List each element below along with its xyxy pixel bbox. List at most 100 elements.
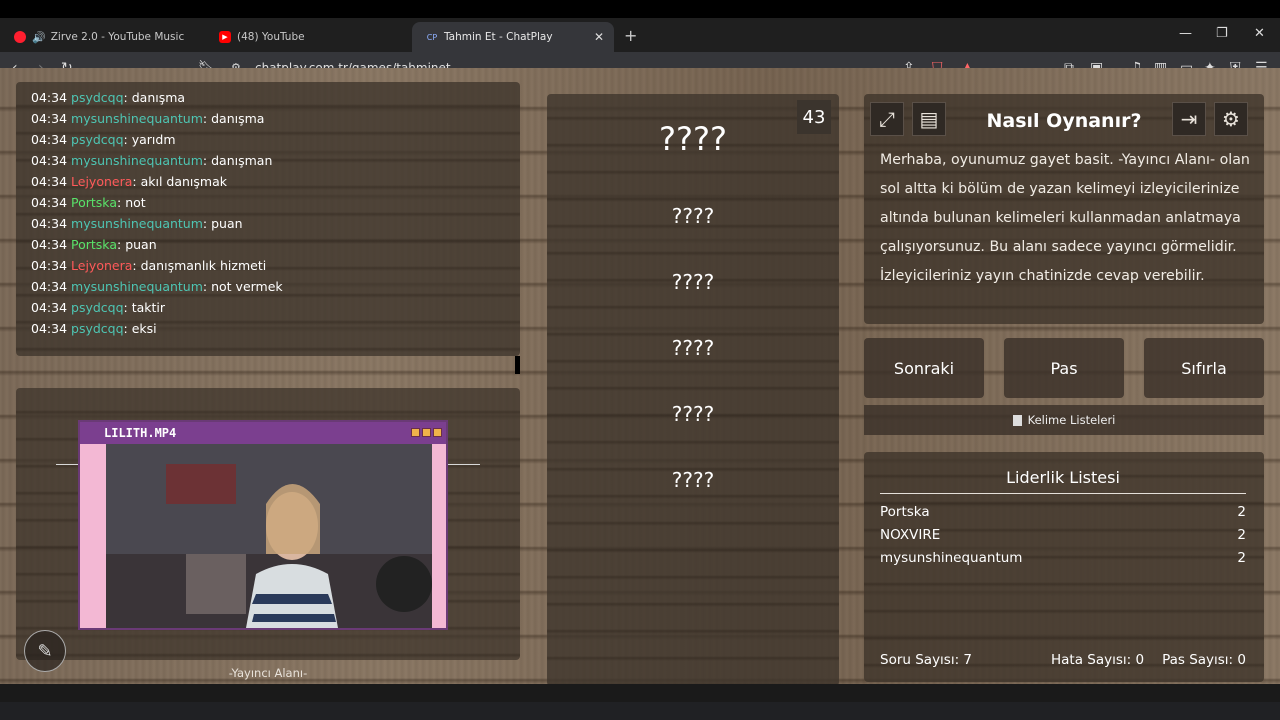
forbidden-word: ????: [671, 270, 715, 294]
chat-text: danışma: [131, 90, 186, 105]
leaderboard-panel: Liderlik Listesi Soru Sayısı: 7 Hata Say…: [864, 452, 1264, 682]
webcam-video: [106, 444, 432, 628]
divider: [448, 464, 480, 465]
webcam-window-controls: [411, 428, 442, 437]
word-lists-label: Kelime Listeleri: [1027, 413, 1116, 427]
divider: [56, 464, 80, 465]
chat-text: not vermek: [211, 279, 283, 294]
tab-title: Zirve 2.0 - YouTube Music: [50, 31, 185, 43]
chat-username: Lejyonera: [71, 174, 133, 189]
chat-message: 04:34 psydcqq: taktir: [31, 300, 166, 315]
chat-username: psydcqq: [71, 321, 124, 336]
player-score: 2: [1237, 527, 1246, 543]
player-score: 2: [1237, 504, 1246, 520]
how-to-play-panel: ⤢ ▤ Nasıl Oynanır? ⇥ ⚙ Merhaba, oyunumuz…: [864, 94, 1264, 324]
streamer-area-label: -Yayıncı Alanı-: [228, 666, 308, 680]
chat-time: 04:34: [31, 111, 68, 126]
tab-strip: 🔊 Zirve 2.0 - YouTube Music ▶ (48) YouTu…: [0, 18, 1280, 52]
chat-message: 04:34 Lejyonera: danışmanlık hizmeti: [31, 258, 267, 273]
error-count: Hata Sayısı: 0: [1050, 652, 1145, 668]
forbidden-word: ????: [671, 402, 715, 426]
info-text: Merhaba, oyunumuz gayet basit. -Yayıncı …: [880, 152, 1250, 284]
gear-icon[interactable]: ⚙: [1214, 102, 1248, 136]
leaderboard-row: NOXVIRE 2: [880, 527, 1246, 543]
speaker-icon[interactable]: 🔊: [32, 31, 46, 44]
target-word: ????: [659, 120, 727, 158]
chat-username: mysunshinequantum: [71, 153, 203, 168]
chat-text: puan: [125, 237, 157, 252]
chat-message: 04:34 Portska: puan: [31, 237, 157, 252]
chat-message: 04:34 mysunshinequantum: not vermek: [31, 279, 283, 294]
bottom-bar: [0, 684, 1280, 702]
chat-text: yarıdm: [131, 132, 176, 147]
player-name: mysunshinequantum: [880, 550, 1023, 566]
chat-username: Lejyonera: [71, 258, 133, 273]
minimize-icon[interactable]: —: [1179, 26, 1192, 41]
reset-button[interactable]: Sıfırla: [1144, 338, 1264, 398]
chat-time: 04:34: [31, 258, 68, 273]
chat-message: 04:34 mysunshinequantum: danışma: [31, 111, 265, 126]
chat-text: danışma: [211, 111, 265, 126]
word-lists-button[interactable]: Kelime Listeleri: [864, 405, 1264, 435]
chat-text: not: [125, 195, 146, 210]
youtube-icon: ▶: [219, 31, 231, 43]
new-tab-icon[interactable]: +: [624, 26, 637, 45]
close-tab-icon[interactable]: ✕: [594, 30, 604, 44]
tab-title: Tahmin Et - ChatPlay: [444, 31, 553, 43]
next-button[interactable]: Sonraki: [864, 338, 984, 398]
chat-text: taktir: [131, 300, 166, 315]
chat-time: 04:34: [31, 237, 68, 252]
chat-message: 04:34 Portska: not: [31, 195, 146, 210]
chat-panel: 04:34 psydcqq: danışma 04:34 mysunshinequ…: [16, 82, 520, 356]
chat-time: 04:34: [31, 279, 68, 294]
leaderboard-row: mysunshinequantum 2: [880, 550, 1246, 566]
word-panel: 43 ????????????????????????: [547, 94, 839, 684]
chat-message: 04:34 psydcqq: yarıdm: [31, 132, 176, 147]
chat-text: eksi: [131, 321, 157, 336]
close-window-icon[interactable]: ✕: [1254, 26, 1265, 41]
stats-bar: Soru Sayısı: 7 Hata Sayısı: 0 Pas Sayısı…: [880, 652, 1246, 668]
tab-title: (48) YouTube: [237, 31, 305, 43]
question-count: Soru Sayısı: 7: [880, 652, 973, 668]
chat-scrollbar[interactable]: [515, 356, 520, 374]
list-icon: [1012, 414, 1022, 426]
webcam-window: LILITH.MP4: [78, 420, 448, 630]
chat-username: mysunshinequantum: [71, 279, 203, 294]
youtube-music-icon: [14, 31, 26, 43]
chat-time: 04:34: [31, 90, 68, 105]
chat-message: 04:34 psydcqq: eksi: [31, 321, 157, 336]
tab-youtube[interactable]: ▶ (48) YouTube: [205, 22, 410, 52]
chat-time: 04:34: [31, 174, 68, 189]
chat-username: psydcqq: [71, 132, 124, 147]
player-score: 2: [1237, 550, 1246, 566]
chat-message: 04:34 Lejyonera: akıl danışmak: [31, 174, 227, 189]
tab-chatplay[interactable]: CP Tahmin Et - ChatPlay ✕: [412, 22, 614, 52]
pass-button[interactable]: Pas: [1004, 338, 1124, 398]
tab-youtube-music[interactable]: 🔊 Zirve 2.0 - YouTube Music: [0, 22, 205, 52]
chat-username: mysunshinequantum: [71, 216, 203, 231]
chat-username: Portska: [71, 195, 117, 210]
chat-time: 04:34: [31, 195, 68, 210]
chatplay-icon: CP: [426, 32, 438, 42]
pass-count: Pas Sayısı: 0: [1162, 652, 1246, 668]
chat-time: 04:34: [31, 300, 68, 315]
chat-username: mysunshinequantum: [71, 111, 203, 126]
chat-message: 04:34 mysunshinequantum: danışman: [31, 153, 273, 168]
chat-text: akıl danışmak: [140, 174, 227, 189]
restore-icon[interactable]: ❐: [1216, 26, 1228, 41]
chat-text: danışman: [211, 153, 273, 168]
chat-time: 04:34: [31, 153, 68, 168]
chat-message: 04:34 psydcqq: danışma: [31, 90, 186, 105]
chat-time: 04:34: [31, 216, 68, 231]
forbidden-word: ????: [671, 468, 715, 492]
forbidden-word: ????: [671, 204, 715, 228]
player-name: NOXVIRE: [880, 527, 941, 543]
logout-icon[interactable]: ⇥: [1172, 102, 1206, 136]
chat-username: Portska: [71, 237, 117, 252]
webcam-title: LILITH.MP4: [80, 422, 446, 444]
chat-time: 04:34: [31, 132, 68, 147]
leaderboard-row: Portska 2: [880, 504, 1246, 520]
chat-time: 04:34: [31, 321, 68, 336]
chat-text: danışmanlık hizmeti: [140, 258, 267, 273]
chat-username: psydcqq: [71, 300, 124, 315]
